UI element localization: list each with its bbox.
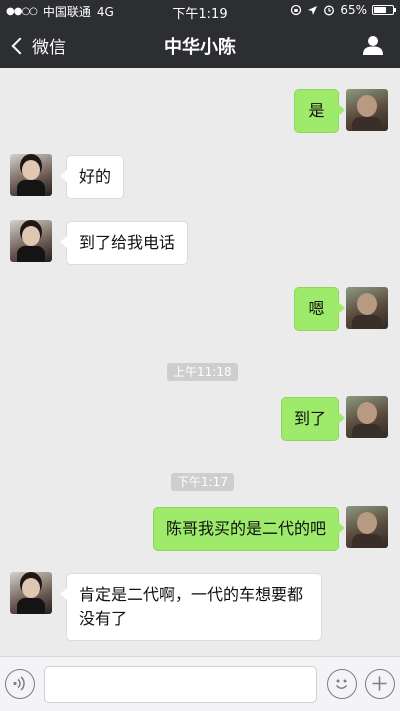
my-avatar[interactable] bbox=[346, 89, 388, 131]
voice-icon bbox=[13, 676, 25, 691]
contact-profile-icon[interactable] bbox=[362, 34, 384, 56]
nav-bar: 微信 中华小陈 bbox=[0, 22, 400, 68]
message-input[interactable] bbox=[44, 666, 317, 703]
message-bubble-mine[interactable]: 嗯 bbox=[294, 287, 345, 331]
battery-percent: 65% bbox=[340, 3, 367, 17]
voice-button[interactable] bbox=[5, 669, 35, 699]
location-icon bbox=[308, 5, 318, 15]
plus-icon bbox=[372, 676, 387, 691]
chat-title: 中华小陈 bbox=[164, 37, 236, 58]
battery-icon bbox=[372, 5, 396, 15]
my-avatar[interactable] bbox=[346, 287, 388, 329]
message-bubble-mine[interactable]: 陈哥我买的是二代的吧 bbox=[152, 507, 346, 551]
contact-avatar[interactable] bbox=[10, 572, 52, 614]
my-avatar[interactable] bbox=[346, 506, 388, 548]
emoji-icon bbox=[335, 679, 348, 689]
alarm-icon bbox=[324, 5, 335, 16]
more-button[interactable] bbox=[365, 669, 395, 699]
status-bar: ●●○○ 中国联通 4G 下午1:19 65% bbox=[0, 0, 400, 22]
message-bubble-mine[interactable]: 是 bbox=[294, 89, 345, 133]
message-bubble-contact[interactable]: 到了给我电话 bbox=[59, 221, 189, 265]
input-bar bbox=[0, 656, 400, 711]
message-bubble-contact[interactable]: 肯定是二代啊，一代的车想要都没有了 bbox=[60, 573, 322, 641]
contact-avatar[interactable] bbox=[10, 220, 52, 262]
message-bubble-contact[interactable]: 好的 bbox=[59, 155, 125, 199]
timestamp: 上午11:18 bbox=[167, 363, 238, 381]
my-avatar[interactable] bbox=[346, 396, 388, 438]
contact-avatar[interactable] bbox=[10, 154, 52, 196]
timestamp: 下午1:17 bbox=[171, 473, 234, 491]
message-bubble-mine[interactable]: 到了 bbox=[280, 397, 346, 441]
rotation-lock-icon bbox=[291, 4, 302, 16]
top-bar: ●●○○ 中国联通 4G 下午1:19 65% 微信 中华小陈 bbox=[0, 0, 400, 68]
emoji-button[interactable] bbox=[327, 669, 357, 699]
